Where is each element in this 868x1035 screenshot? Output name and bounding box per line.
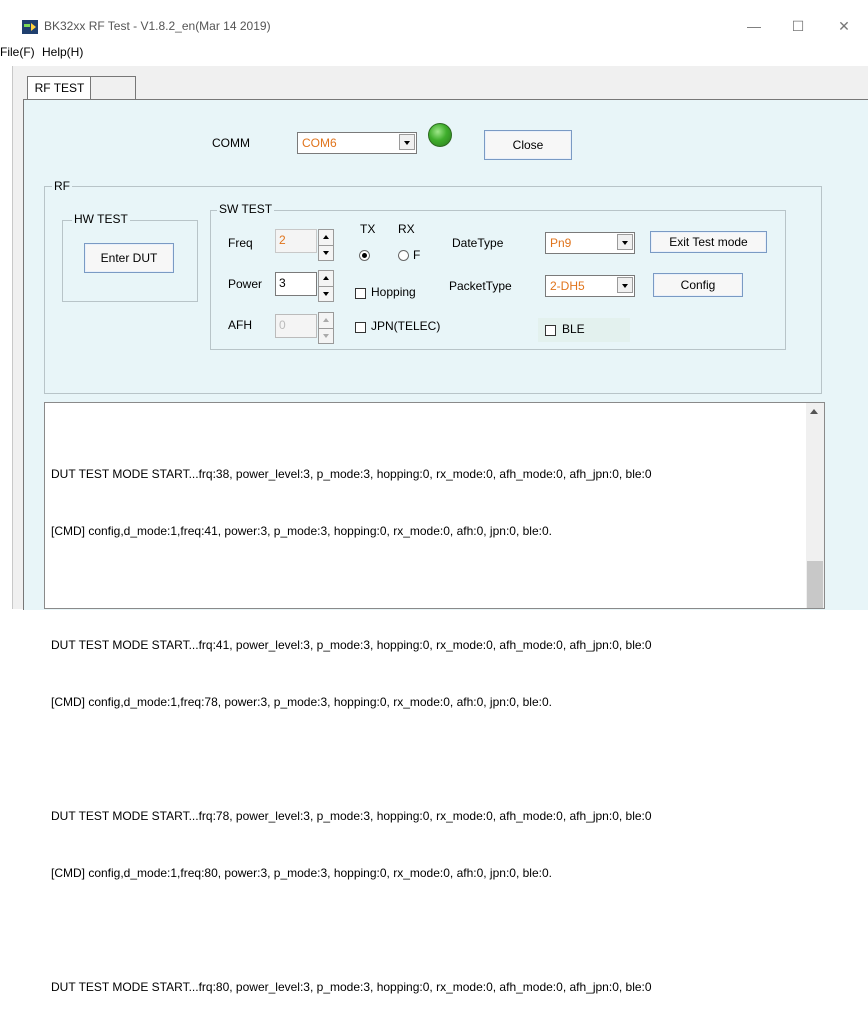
freq-spinner[interactable] — [318, 229, 334, 261]
freq-input[interactable]: 2 — [275, 229, 317, 253]
hopping-checkbox[interactable] — [355, 288, 366, 299]
power-spinner[interactable] — [318, 270, 334, 302]
log-text: DUT TEST MODE START...frq:38, power_leve… — [51, 427, 809, 1035]
minimize-button[interactable]: — — [744, 16, 764, 36]
close-window-button[interactable]: ✕ — [834, 16, 854, 36]
log-line: DUT TEST MODE START...frq:78, power_leve… — [51, 809, 652, 823]
rx-radio[interactable] — [398, 250, 409, 261]
enter-dut-button[interactable]: Enter DUT — [84, 243, 174, 273]
power-input[interactable]: 3 — [275, 272, 317, 296]
menu-file[interactable]: File(F) — [0, 45, 35, 59]
chevron-down-icon — [399, 134, 415, 150]
config-button[interactable]: Config — [653, 273, 743, 297]
afh-spinner[interactable] — [318, 312, 334, 344]
scrollbar-thumb[interactable] — [807, 561, 823, 608]
maximize-button[interactable]: ☐ — [788, 16, 808, 36]
comm-port-value: COM6 — [302, 136, 337, 150]
log-line: DUT TEST MODE START...frq:41, power_leve… — [51, 638, 652, 652]
hopping-label: Hopping — [371, 285, 416, 299]
close-port-button[interactable]: Close — [484, 130, 572, 160]
jpn-telec-checkbox[interactable] — [355, 322, 366, 333]
log-scrollbar[interactable] — [806, 403, 824, 608]
comm-label: COMM — [212, 136, 250, 150]
tx-radio[interactable] — [359, 250, 370, 261]
log-line: [CMD] config,d_mode:1,freq:80, power:3, … — [51, 866, 552, 880]
log-line: DUT TEST MODE START...frq:80, power_leve… — [51, 980, 652, 994]
packet-type-select[interactable]: 2-DH5 — [545, 275, 635, 297]
packet-type-label: PacketType — [449, 279, 512, 293]
tx-label: TX — [360, 222, 376, 236]
rx-radio-text: F — [413, 248, 421, 262]
menu-help[interactable]: Help(H) — [42, 45, 83, 59]
hw-test-group-title: HW TEST — [72, 212, 130, 226]
log-output[interactable]: DUT TEST MODE START...frq:38, power_leve… — [44, 402, 825, 994]
sw-test-group-title: SW TEST — [217, 202, 275, 216]
exit-test-mode-button[interactable]: Exit Test mode — [650, 231, 767, 253]
connection-status-led — [428, 123, 452, 147]
date-type-select[interactable]: Pn9 — [545, 232, 635, 254]
tab-rf-test[interactable]: RF TEST — [27, 76, 92, 101]
log-line: DUT TEST MODE START...frq:38, power_leve… — [51, 467, 652, 481]
window-title: BK32xx RF Test - V1.8.2_en(Mar 14 2019) — [44, 19, 271, 33]
afh-label: AFH — [228, 318, 252, 332]
comm-port-select[interactable]: COM6 — [297, 132, 417, 154]
packet-type-value: 2-DH5 — [550, 279, 585, 293]
rf-group-title: RF — [52, 179, 72, 193]
date-type-value: Pn9 — [550, 236, 572, 250]
afh-input[interactable]: 0 — [275, 314, 317, 338]
jpn-telec-label: JPN(TELEC) — [371, 319, 441, 333]
app-icon — [22, 20, 38, 34]
ble-checkbox[interactable] — [545, 325, 556, 336]
menu-bar — [0, 42, 868, 62]
ble-label: BLE — [562, 322, 585, 336]
freq-label: Freq — [228, 236, 253, 250]
scroll-up-icon[interactable] — [810, 409, 818, 414]
tab-unnamed[interactable] — [90, 76, 136, 101]
chevron-down-icon — [617, 277, 633, 293]
power-label: Power — [228, 277, 263, 291]
log-line: [CMD] config,d_mode:1,freq:41, power:3, … — [51, 524, 552, 538]
chevron-down-icon — [617, 234, 633, 250]
rx-label: RX — [398, 222, 415, 236]
log-line: [CMD] config,d_mode:1,freq:78, power:3, … — [51, 695, 552, 709]
date-type-label: DateType — [452, 236, 504, 250]
